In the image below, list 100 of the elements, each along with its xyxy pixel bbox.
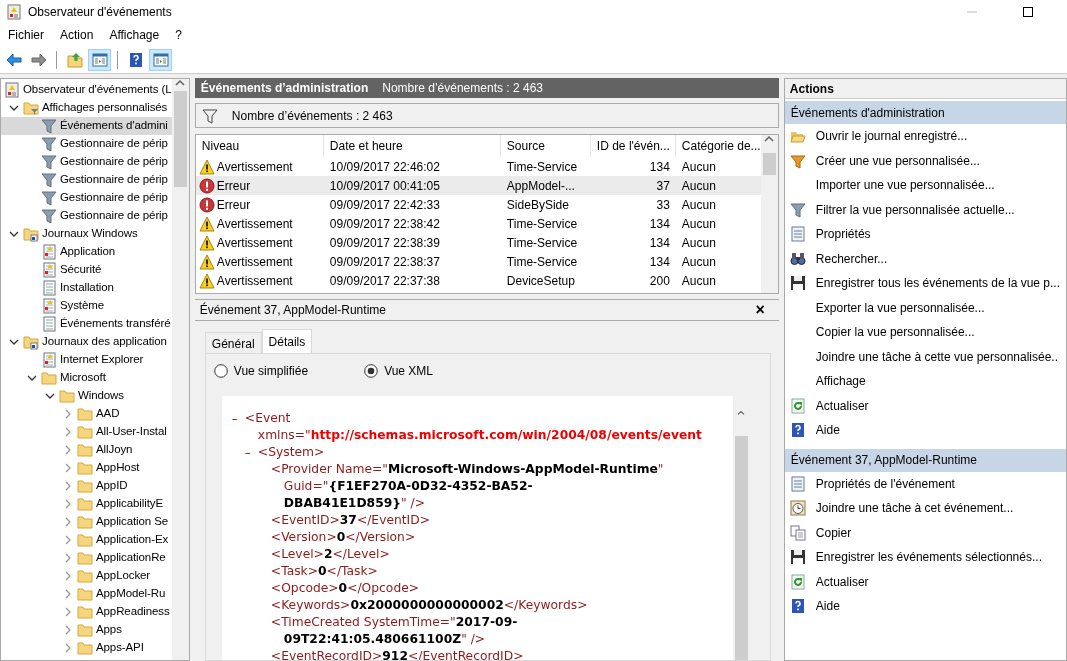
tree-item[interactable]: Événements transféré — [1, 315, 172, 333]
menu-item[interactable]: ? — [167, 24, 190, 46]
task-link[interactable]: Exporter la vue personnalisée... — [784, 295, 1066, 320]
scroll-thumb[interactable] — [173, 91, 187, 187]
tree-item[interactable]: AppLocker — [1, 567, 172, 585]
tree-item[interactable]: Gestionnaire de périp — [1, 153, 172, 171]
menu-item[interactable]: Action — [52, 24, 102, 46]
scrollbar[interactable] — [760, 135, 778, 293]
tree-item[interactable]: Système — [1, 297, 172, 315]
tree-item[interactable]: Internet Explorer — [1, 351, 172, 369]
back-arrow-icon — [5, 52, 22, 68]
xml-line: 09T22:41:05.480661100Z" /> — [283, 631, 486, 649]
collapse-toggle[interactable]: – — [244, 443, 258, 462]
tree-item[interactable]: Application — [1, 243, 172, 261]
tree-item[interactable]: AppReadiness — [1, 603, 172, 621]
task-link[interactable]: Copier — [784, 520, 1066, 545]
task-link[interactable]: Propriétés de l'événement — [784, 471, 1066, 496]
table-cell-text: AppModel-... — [505, 177, 576, 195]
tree-item[interactable]: Événements d'admini — [1, 117, 172, 135]
refresh-icon — [789, 397, 806, 414]
folder-icon — [23, 334, 39, 350]
scroll-thumb[interactable] — [762, 153, 776, 175]
task-link[interactable]: Enregistrer tous les événements de la vue p... — [784, 271, 1066, 296]
table-cell-text: 37 — [655, 177, 671, 195]
tree-item[interactable]: Gestionnaire de périp — [1, 135, 172, 153]
table-row[interactable]: Avertissement 09/09/2017 22:38:37 Time-Service 134 Aucun — [195, 252, 761, 271]
task-link[interactable]: Joindre une tâche à cet événement... — [784, 496, 1066, 521]
tree-item[interactable]: AppModel-Ru — [1, 585, 172, 603]
tab[interactable]: Général — [204, 332, 262, 353]
task-link[interactable]: Joindre une tâche à cette vue personnalisée.. — [784, 344, 1066, 369]
tree-item[interactable]: AllJoyn — [1, 441, 172, 459]
tree-item[interactable]: Affichages personnalisés — [1, 99, 172, 117]
task-link[interactable]: Aide — [784, 594, 1066, 619]
folder-icon — [77, 496, 93, 512]
radio-option[interactable]: Vue XML — [364, 362, 434, 380]
scrollbar[interactable] — [171, 79, 189, 660]
task-link[interactable]: Affichage — [784, 369, 1066, 394]
tree-item[interactable]: AAD — [1, 405, 172, 423]
folder-icon — [77, 478, 93, 494]
tree-item[interactable]: ApplicabilityE — [1, 495, 172, 513]
tree-item[interactable]: Apps — [1, 621, 172, 639]
close-button[interactable]: × — [753, 302, 767, 318]
table-row[interactable]: Avertissement 09/09/2017 22:38:42 Time-Service 134 Aucun — [195, 214, 761, 233]
event-viewer-icon — [4, 82, 20, 98]
tree-item[interactable]: All-User-Instal — [1, 423, 172, 441]
task-link[interactable]: Enregistrer les événements sélectionnés... — [784, 545, 1066, 570]
tree-item[interactable]: AppHost — [1, 459, 172, 477]
tree-item[interactable]: Windows — [1, 387, 172, 405]
folder-icon — [23, 226, 39, 242]
task-link[interactable]: Propriétés — [784, 222, 1066, 247]
scroll-thumb[interactable] — [734, 435, 748, 660]
tree-item[interactable]: ApplicationRe — [1, 549, 172, 567]
table-cell-text: 09/09/2017 22:37:38 — [328, 272, 441, 290]
tree-item[interactable]: Observateur d'événements (L — [1, 81, 172, 99]
table-row[interactable]: Avertissement 10/09/2017 22:46:02 Time-Service 134 Aucun — [195, 157, 761, 176]
tree-item[interactable]: Gestionnaire de périp — [1, 207, 172, 225]
toolbar-button[interactable] — [88, 49, 111, 71]
table-cell-text: Aucun — [680, 158, 717, 176]
save-icon — [789, 549, 806, 566]
collapse-toggle[interactable]: – — [231, 409, 245, 428]
tree-item[interactable]: Application Se — [1, 513, 172, 531]
tree-item[interactable]: Gestionnaire de périp — [1, 189, 172, 207]
column-header[interactable]: Date et heure — [323, 135, 501, 157]
tree-item[interactable]: Journaux Windows — [1, 225, 172, 243]
section-header[interactable]: Événement 37, AppModel-Runtime — [784, 448, 1066, 472]
task-link[interactable]: Filtrer la vue personnalisée actuelle... — [784, 197, 1066, 222]
toolbar-button[interactable] — [149, 49, 172, 71]
table-row[interactable]: Erreur 09/09/2017 22:42:33 SideBySide 33 Aucun — [195, 195, 761, 214]
tab[interactable]: Détails — [261, 329, 313, 353]
scrollbar[interactable] — [732, 396, 750, 660]
tree-item[interactable]: Gestionnaire de périp — [1, 171, 172, 189]
table-row[interactable]: Avertissement 09/09/2017 22:37:38 DeviceSetup 200 Aucun — [195, 271, 761, 290]
column-header[interactable]: ID de l'évén... — [590, 135, 676, 157]
table-cell-text: Erreur — [216, 196, 251, 214]
tree-item[interactable]: Apps-API — [1, 639, 172, 657]
table-cell-text: 134 — [648, 253, 671, 271]
column-header[interactable]: Source — [500, 135, 591, 157]
menu-item[interactable]: Fichier — [0, 24, 52, 46]
tree-item[interactable]: Sécurité — [1, 261, 172, 279]
table-cell-text: Avertissement — [216, 158, 293, 176]
task-link[interactable]: Rechercher... — [784, 246, 1066, 271]
table-row[interactable]: Avertissement 09/09/2017 22:38:39 Time-Service 134 Aucun — [195, 233, 761, 252]
tree-item[interactable]: Journaux des application — [1, 333, 172, 351]
menu-item[interactable]: Affichage — [101, 24, 168, 46]
table-row[interactable]: Erreur 10/09/2017 00:41:05 AppModel-... 37 Aucun — [195, 176, 761, 195]
tree-item[interactable]: AppID — [1, 477, 172, 495]
task-link[interactable]: Aide — [784, 418, 1066, 443]
task-link[interactable]: Actualiser — [784, 393, 1066, 418]
task-link[interactable]: Créer une vue personnalisée... — [784, 148, 1066, 173]
task-link[interactable]: Importer une vue personnalisée... — [784, 173, 1066, 198]
column-header[interactable]: Niveau — [195, 135, 324, 157]
tree-item[interactable]: Installation — [1, 279, 172, 297]
tree-item[interactable]: Microsoft — [1, 369, 172, 387]
task-link[interactable]: Actualiser — [784, 569, 1066, 594]
tree-item[interactable]: Application-Ex — [1, 531, 172, 549]
radio-option[interactable]: Vue simplifiée — [213, 362, 309, 380]
scroll-up-icon — [736, 410, 747, 416]
section-header[interactable]: Événements d'administration — [784, 101, 1066, 124]
task-link[interactable]: Copier la vue personnalisée... — [784, 320, 1066, 345]
task-link[interactable]: Ouvrir le journal enregistré... — [784, 124, 1066, 149]
